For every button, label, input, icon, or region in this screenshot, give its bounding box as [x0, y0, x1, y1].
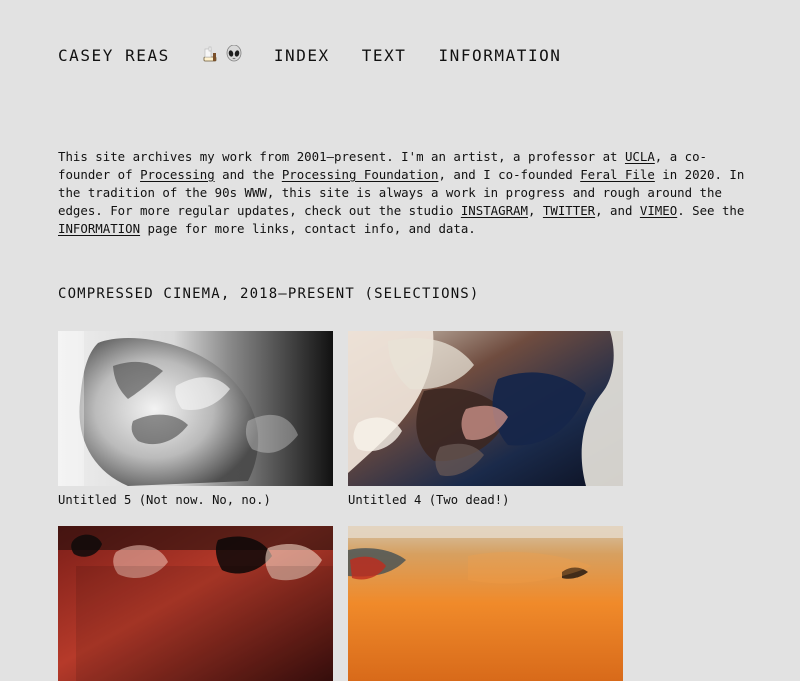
link-ucla[interactable]: UCLA: [625, 149, 655, 164]
link-twitter[interactable]: TWITTER: [543, 203, 595, 218]
nav-information[interactable]: INFORMATION: [438, 44, 561, 68]
emoji-icons: [202, 44, 244, 68]
work-card[interactable]: [58, 526, 333, 681]
work-thumbnail[interactable]: [348, 331, 623, 486]
link-processing-foundation[interactable]: Processing Foundation: [282, 167, 439, 182]
pipe-icon: [202, 45, 222, 67]
site-nav: CASEY REAS INDEX TEXT INFORMATION: [58, 44, 562, 68]
work-card[interactable]: [348, 526, 623, 681]
nav-index[interactable]: INDEX: [274, 44, 330, 68]
intro-text: ,: [527, 203, 543, 218]
brand-link[interactable]: CASEY REAS: [58, 44, 170, 68]
link-information-page[interactable]: INFORMATION: [58, 221, 140, 236]
work-thumbnail[interactable]: [58, 331, 333, 486]
work-caption: Untitled 5 (Not now. No, no.): [58, 493, 271, 507]
nav-text[interactable]: TEXT: [362, 44, 407, 68]
intro-text: , and: [595, 203, 640, 218]
work-thumbnail[interactable]: [348, 526, 623, 681]
intro-text: , and I co-founded: [438, 167, 581, 182]
link-vimeo[interactable]: VIMEO: [640, 203, 677, 218]
work-card[interactable]: Untitled 5 (Not now. No, no.): [58, 331, 333, 508]
work-thumbnail[interactable]: [58, 526, 333, 681]
intro-text: This site archives my work from 2001–pre…: [58, 149, 625, 164]
link-feral-file[interactable]: Feral File: [580, 167, 655, 182]
work-caption: Untitled 4 (Two dead!): [348, 493, 510, 507]
section-title: COMPRESSED CINEMA, 2018–PRESENT (SELECTI…: [58, 286, 480, 302]
alien-icon: [224, 44, 244, 67]
intro-paragraph: This site archives my work from 2001–pre…: [58, 148, 748, 238]
link-processing[interactable]: Processing: [140, 167, 215, 182]
intro-text: and the: [214, 167, 282, 182]
intro-text: page for more links, contact info, and d…: [140, 221, 476, 236]
work-card[interactable]: Untitled 4 (Two dead!): [348, 331, 623, 508]
intro-text: . See the: [677, 203, 745, 218]
link-instagram[interactable]: INSTAGRAM: [461, 203, 528, 218]
